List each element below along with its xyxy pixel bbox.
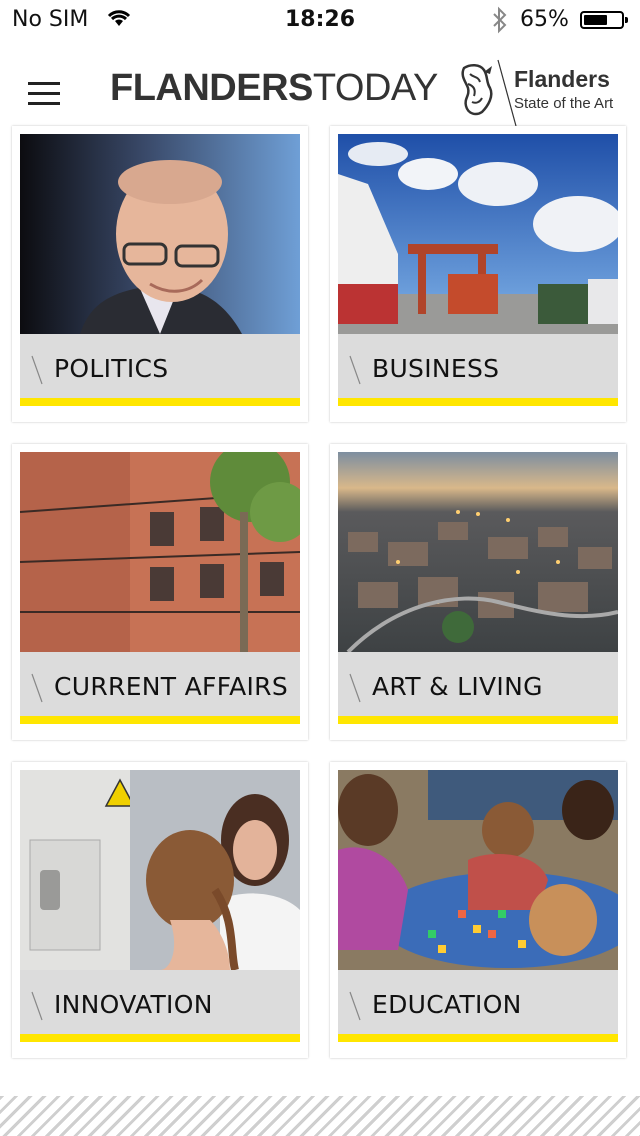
slash-icon — [349, 355, 361, 385]
slash-icon — [31, 673, 43, 703]
section-label: INNOVATION — [20, 970, 300, 1042]
lion-logo-icon — [461, 64, 493, 116]
brand-bold-text: FLANDERS — [110, 67, 313, 109]
slash-icon — [31, 355, 43, 385]
section-title: BUSINESS — [372, 354, 500, 383]
section-tile-current-affairs[interactable]: CURRENT AFFAIRS — [12, 444, 308, 740]
business-image — [338, 134, 618, 334]
section-title: EDUCATION — [372, 990, 522, 1019]
politics-image — [20, 134, 300, 334]
brand-light-text: TODAY — [312, 67, 438, 109]
battery-icon — [580, 11, 628, 29]
section-tile-art-living[interactable]: ART & LIVING — [330, 444, 626, 740]
slash-icon — [349, 673, 361, 703]
section-tile-politics[interactable]: POLITICS — [12, 126, 308, 422]
flanders-tagline: State of the Art — [514, 95, 614, 112]
status-bar: No SIM 18:26 65% — [0, 0, 640, 40]
education-image — [338, 770, 618, 970]
app-header: FLANDERSTODAY Flanders State of the Art — [0, 40, 640, 130]
section-label: EDUCATION — [338, 970, 618, 1042]
section-title: INNOVATION — [54, 990, 213, 1019]
flanders-today-logo[interactable]: FLANDERSTODAY — [110, 67, 438, 110]
section-label: ART & LIVING — [338, 652, 618, 724]
bluetooth-icon — [493, 6, 507, 34]
footer-stripes — [0, 1096, 640, 1136]
slash-icon — [349, 991, 361, 1021]
art-living-image — [338, 452, 618, 652]
battery-percent: 65% — [520, 7, 569, 32]
current-affairs-image — [20, 452, 300, 652]
battery-fill — [584, 15, 607, 25]
section-label: POLITICS — [20, 334, 300, 406]
section-tile-education[interactable]: EDUCATION — [330, 762, 626, 1058]
section-title: ART & LIVING — [372, 672, 543, 701]
section-tile-innovation[interactable]: INNOVATION — [12, 762, 308, 1058]
menu-icon[interactable] — [28, 80, 60, 106]
section-label: BUSINESS — [338, 334, 618, 406]
section-title: CURRENT AFFAIRS — [54, 672, 288, 701]
section-tile-business[interactable]: BUSINESS — [330, 126, 626, 422]
innovation-image — [20, 770, 300, 970]
flanders-brand-name: Flanders — [514, 66, 610, 92]
slash-icon — [31, 991, 43, 1021]
section-title: POLITICS — [54, 354, 169, 383]
section-label: CURRENT AFFAIRS — [20, 652, 300, 724]
